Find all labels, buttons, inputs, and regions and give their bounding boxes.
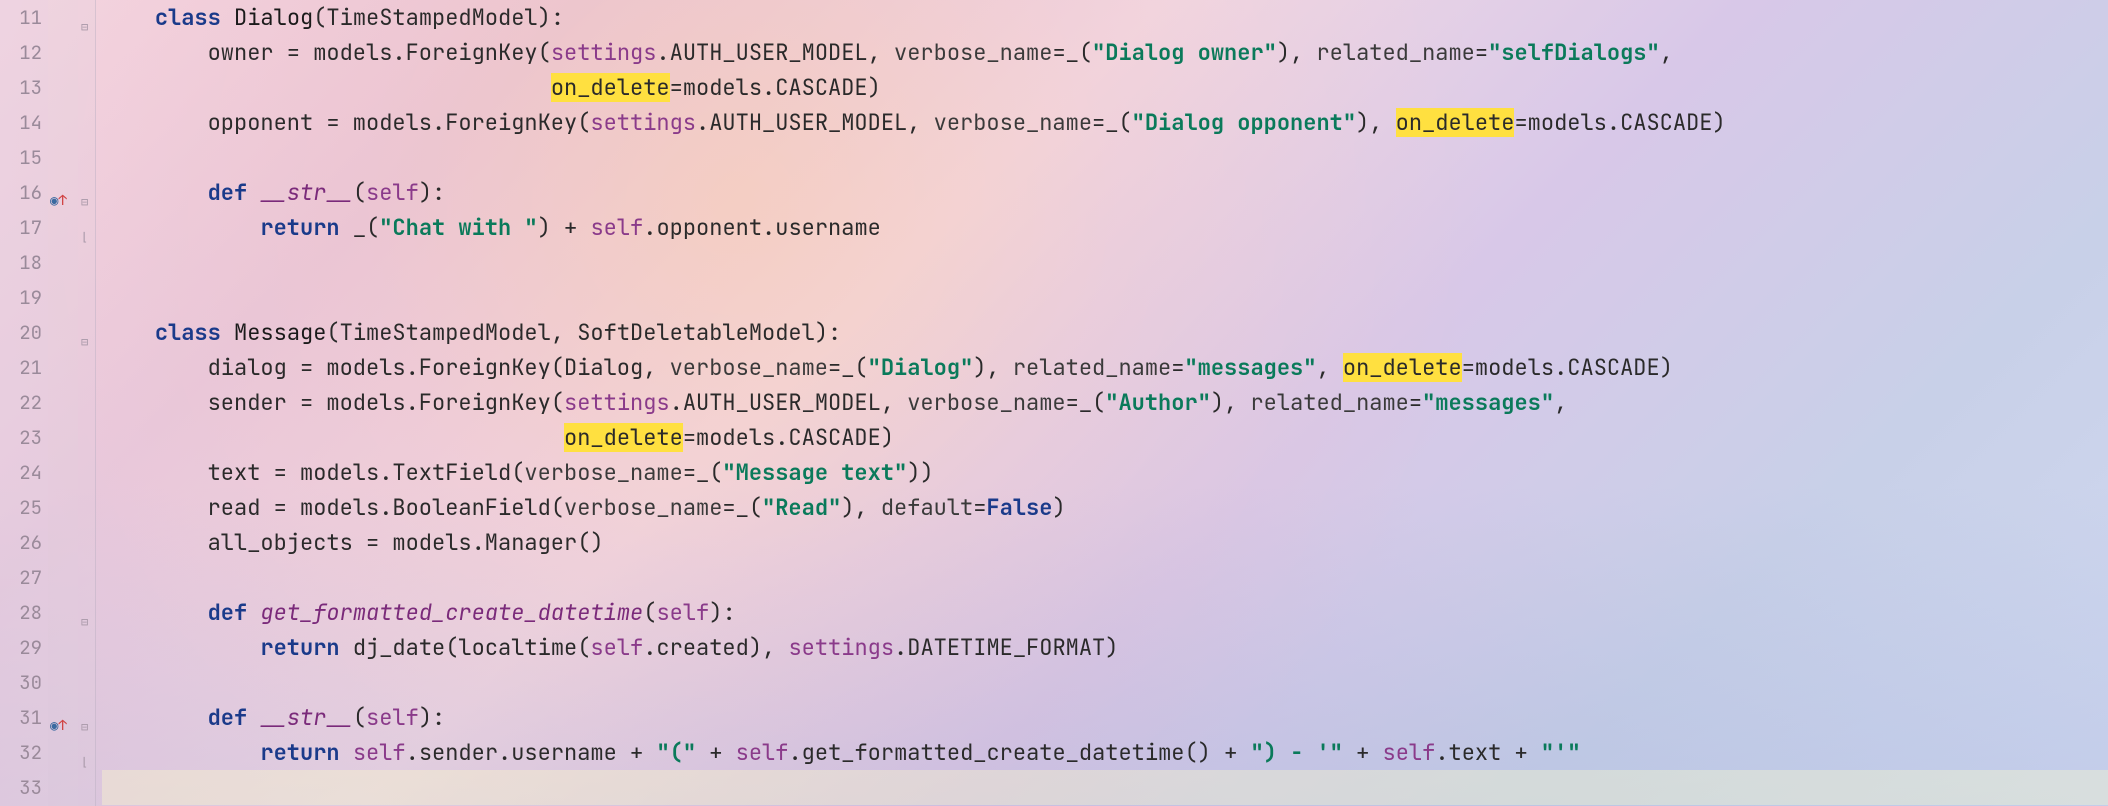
line-number: 28 bbox=[0, 595, 42, 630]
line-number: 27 bbox=[0, 560, 42, 595]
fold-toggle-icon[interactable]: ⊟ bbox=[81, 325, 88, 360]
fold-end-icon: ⌊ bbox=[81, 745, 88, 780]
override-method-icon[interactable]: ◉↑ bbox=[50, 709, 76, 727]
line-number: 24 bbox=[0, 455, 42, 490]
code-line[interactable]: return dj_date(localtime(self.created), … bbox=[102, 630, 2108, 665]
code-line[interactable] bbox=[102, 280, 2108, 315]
code-area[interactable]: class Dialog(TimeStampedModel): owner = … bbox=[96, 0, 2108, 806]
code-line[interactable] bbox=[102, 140, 2108, 175]
code-line[interactable]: def get_formatted_create_datetime(self): bbox=[102, 595, 2108, 630]
line-number: 22 bbox=[0, 385, 42, 420]
line-number: 30 bbox=[0, 665, 42, 700]
line-number: 33 bbox=[0, 770, 42, 805]
code-line[interactable]: owner = models.ForeignKey(settings.AUTH_… bbox=[102, 35, 2108, 70]
line-number: 31 bbox=[0, 700, 42, 735]
code-line[interactable]: return _("Chat with ") + self.opponent.u… bbox=[102, 210, 2108, 245]
line-number: 11 bbox=[0, 0, 42, 35]
code-line[interactable]: sender = models.ForeignKey(settings.AUTH… bbox=[102, 385, 2108, 420]
code-line[interactable]: all_objects = models.Manager() bbox=[102, 525, 2108, 560]
code-line[interactable] bbox=[102, 560, 2108, 595]
fold-toggle-icon[interactable]: ⊟ bbox=[81, 605, 88, 640]
line-number: 26 bbox=[0, 525, 42, 560]
line-number: 25 bbox=[0, 490, 42, 525]
line-number: 18 bbox=[0, 245, 42, 280]
code-line[interactable]: on_delete=models.CASCADE) bbox=[102, 420, 2108, 455]
line-number-gutter: 1112131415161718192021222324252627282930… bbox=[0, 0, 48, 806]
code-line[interactable]: class Dialog(TimeStampedModel): bbox=[102, 0, 2108, 35]
line-number: 13 bbox=[0, 70, 42, 105]
code-line[interactable] bbox=[102, 770, 2108, 805]
line-number: 14 bbox=[0, 105, 42, 140]
code-line[interactable]: def __str__(self): bbox=[102, 175, 2108, 210]
line-number: 20 bbox=[0, 315, 42, 350]
code-line[interactable]: read = models.BooleanField(verbose_name=… bbox=[102, 490, 2108, 525]
code-editor[interactable]: 1112131415161718192021222324252627282930… bbox=[0, 0, 2108, 806]
fold-toggle-icon[interactable]: ⊟ bbox=[81, 10, 88, 45]
fold-column: ⊟⊟⊟⊟⊟⌊⌊ bbox=[78, 0, 96, 806]
line-number: 21 bbox=[0, 350, 42, 385]
code-line[interactable]: on_delete=models.CASCADE) bbox=[102, 70, 2108, 105]
line-number: 32 bbox=[0, 735, 42, 770]
fold-toggle-icon[interactable]: ⊟ bbox=[81, 710, 88, 745]
code-line[interactable]: def __str__(self): bbox=[102, 700, 2108, 735]
gutter-marks-column: ◉↑ ◉↑ bbox=[48, 0, 78, 806]
line-number: 16 bbox=[0, 175, 42, 210]
code-line[interactable] bbox=[102, 245, 2108, 280]
fold-end-icon: ⌊ bbox=[81, 220, 88, 255]
code-line[interactable]: return self.sender.username + "(" + self… bbox=[102, 735, 2108, 770]
line-number: 29 bbox=[0, 630, 42, 665]
line-number: 19 bbox=[0, 280, 42, 315]
code-line[interactable]: text = models.TextField(verbose_name=_("… bbox=[102, 455, 2108, 490]
fold-toggle-icon[interactable]: ⊟ bbox=[81, 185, 88, 220]
line-number: 15 bbox=[0, 140, 42, 175]
override-method-icon[interactable]: ◉↑ bbox=[50, 184, 76, 202]
code-line[interactable]: opponent = models.ForeignKey(settings.AU… bbox=[102, 105, 2108, 140]
line-number: 12 bbox=[0, 35, 42, 70]
code-line[interactable] bbox=[102, 665, 2108, 700]
code-line[interactable]: dialog = models.ForeignKey(Dialog, verbo… bbox=[102, 350, 2108, 385]
code-line[interactable]: class Message(TimeStampedModel, SoftDele… bbox=[102, 315, 2108, 350]
line-number: 23 bbox=[0, 420, 42, 455]
line-number: 17 bbox=[0, 210, 42, 245]
